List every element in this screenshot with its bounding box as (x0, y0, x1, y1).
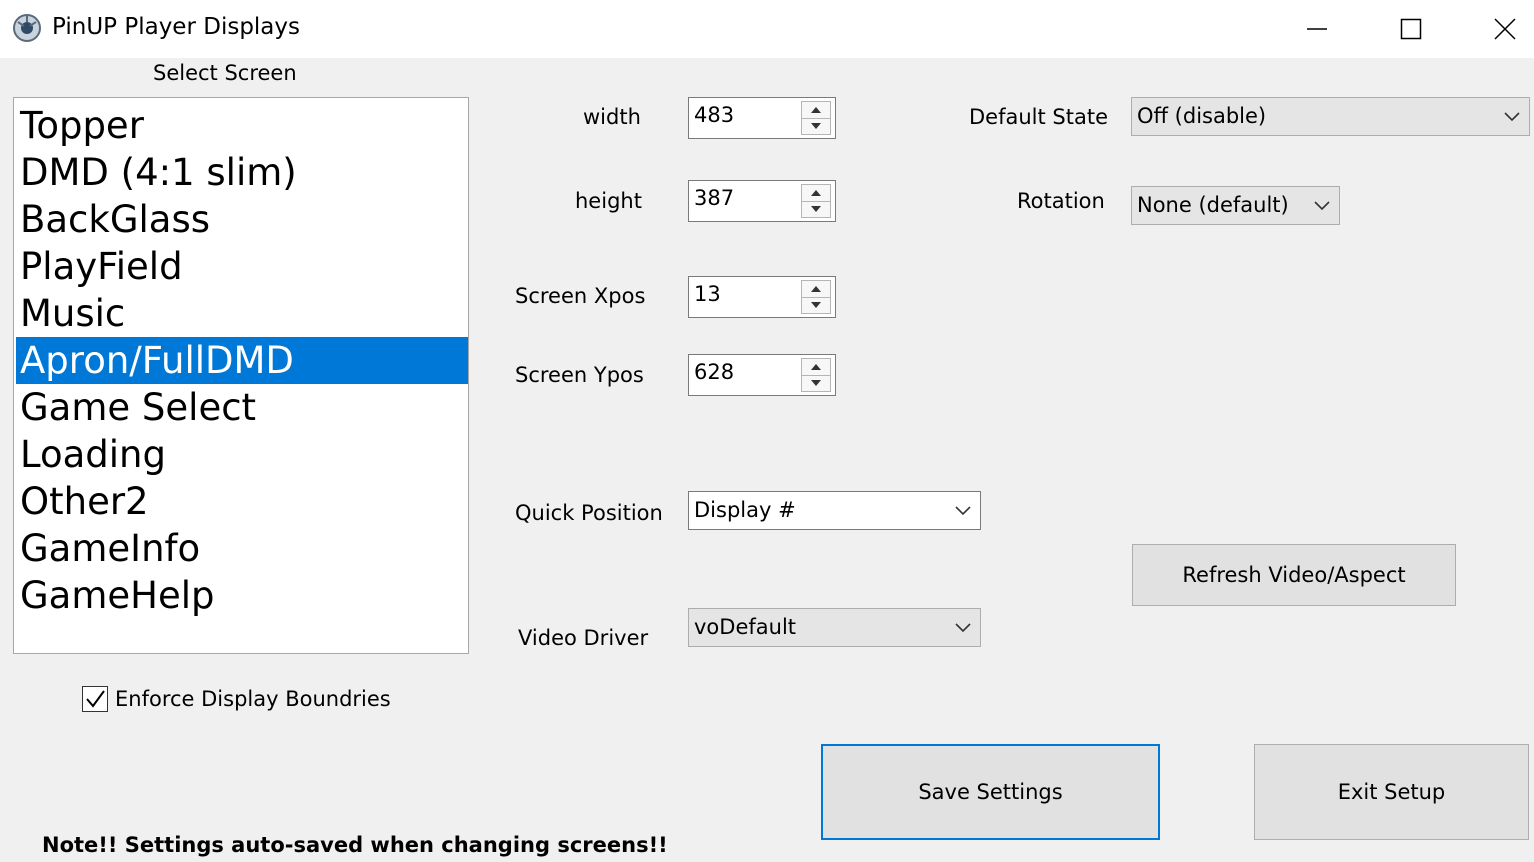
quick-position-select[interactable]: Display # (688, 491, 981, 530)
default-state-value: Off (disable) (1137, 104, 1267, 128)
arrow-down-icon (811, 302, 821, 308)
arrow-down-icon (811, 380, 821, 386)
chevron-down-icon (955, 506, 971, 516)
spin-up-button[interactable] (802, 281, 830, 298)
close-button[interactable] (1458, 0, 1534, 58)
list-item[interactable]: Other2 (16, 478, 468, 525)
list-item[interactable]: Music (16, 290, 468, 337)
width-spinbox[interactable]: 483 (688, 97, 836, 139)
save-settings-button[interactable]: Save Settings (821, 744, 1160, 840)
ypos-label: Screen Ypos (515, 363, 644, 387)
title-bar: PinUP Player Displays (0, 0, 1534, 58)
list-item-selected[interactable]: Apron/FullDMD (16, 337, 468, 384)
spin-up-button[interactable] (802, 185, 830, 202)
arrow-up-icon (811, 190, 821, 196)
height-spinbox[interactable]: 387 (688, 180, 836, 222)
xpos-spinbox[interactable]: 13 (688, 276, 836, 318)
minimize-button[interactable] (1270, 0, 1364, 58)
enforce-boundaries-checkbox[interactable] (82, 686, 108, 712)
chevron-down-icon (955, 623, 971, 633)
quick-position-value: Display # (694, 498, 796, 522)
video-driver-select[interactable]: voDefault (688, 608, 981, 647)
window-title: PinUP Player Displays (52, 14, 300, 40)
spin-up-button[interactable] (802, 102, 830, 119)
xpos-value: 13 (694, 282, 721, 306)
ypos-value: 628 (694, 360, 735, 384)
width-value: 483 (694, 103, 735, 127)
arrow-up-icon (811, 286, 821, 292)
spin-down-button[interactable] (802, 375, 830, 391)
pinup-logo-icon (12, 13, 42, 43)
quick-position-label: Quick Position (515, 501, 663, 525)
list-item[interactable]: Topper (16, 102, 468, 149)
list-item[interactable]: Game Select (16, 384, 468, 431)
arrow-up-icon (811, 107, 821, 113)
xpos-label: Screen Xpos (515, 284, 646, 308)
enforce-boundaries-label: Enforce Display Boundries (115, 687, 391, 711)
checkmark-icon (86, 690, 105, 708)
list-item[interactable]: Loading (16, 431, 468, 478)
maximize-button[interactable] (1364, 0, 1458, 58)
rotation-value: None (default) (1137, 193, 1289, 217)
height-label: height (575, 189, 642, 213)
screen-listbox[interactable]: Topper DMD (4:1 slim) BackGlass PlayFiel… (13, 97, 469, 654)
spin-up-button[interactable] (802, 359, 830, 376)
arrow-down-icon (811, 123, 821, 129)
ypos-spinbox[interactable]: 628 (688, 354, 836, 396)
arrow-down-icon (811, 206, 821, 212)
close-icon (1494, 18, 1516, 40)
exit-setup-button[interactable]: Exit Setup (1254, 744, 1529, 840)
video-driver-value: voDefault (694, 615, 797, 639)
height-value: 387 (694, 186, 735, 210)
list-item[interactable]: PlayField (16, 243, 468, 290)
default-state-label: Default State (969, 105, 1108, 129)
rotation-label: Rotation (1017, 189, 1105, 213)
select-screen-label: Select Screen (153, 61, 297, 85)
minimize-icon (1307, 28, 1327, 30)
spin-down-button[interactable] (802, 297, 830, 313)
maximize-icon (1400, 18, 1422, 40)
list-item[interactable]: GameInfo (16, 525, 468, 572)
video-driver-label: Video Driver (518, 626, 649, 650)
spin-down-button[interactable] (802, 201, 830, 217)
spin-down-button[interactable] (802, 118, 830, 134)
arrow-up-icon (811, 364, 821, 370)
rotation-select[interactable]: None (default) (1131, 186, 1340, 225)
autosave-note: Note!! Settings auto-saved when changing… (42, 833, 668, 857)
chevron-down-icon (1504, 112, 1520, 122)
chevron-down-icon (1314, 201, 1330, 211)
list-item[interactable]: GameHelp (16, 572, 468, 619)
width-label: width (583, 105, 641, 129)
list-item[interactable]: DMD (4:1 slim) (16, 149, 468, 196)
list-item[interactable]: BackGlass (16, 196, 468, 243)
default-state-select[interactable]: Off (disable) (1131, 97, 1530, 136)
refresh-video-aspect-button[interactable]: Refresh Video/Aspect (1132, 544, 1456, 606)
